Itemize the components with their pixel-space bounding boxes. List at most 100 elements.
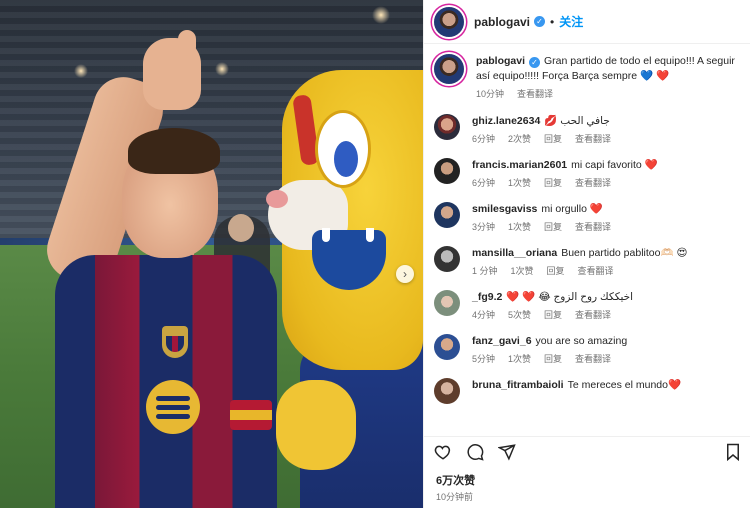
reply-link[interactable]: 回复	[544, 352, 562, 365]
comment-username[interactable]: smilesgaviss	[472, 203, 537, 215]
comment-bubble-icon[interactable]	[466, 443, 484, 461]
comment-text: Te mereces el mundo❤️	[567, 379, 682, 391]
translate-link[interactable]: 查看翻译	[578, 264, 614, 277]
like-count[interactable]: 6万次赞	[436, 472, 475, 488]
comment-username[interactable]: francis.marian2601	[472, 159, 567, 171]
post-header: pablogavi ✓ • 关注	[424, 0, 750, 44]
avatar[interactable]	[434, 378, 460, 404]
avatar[interactable]	[434, 6, 464, 37]
translate-link[interactable]: 查看翻译	[575, 176, 611, 189]
comment-username[interactable]: _fg9.2	[472, 291, 502, 303]
comment-time: 3分钟	[472, 222, 496, 232]
comment-username[interactable]: ghiz.lane2634	[472, 115, 540, 127]
avatar[interactable]	[434, 158, 460, 184]
caption-meta: 10分钟 查看翻译	[476, 87, 741, 100]
translate-link[interactable]: 查看翻译	[575, 220, 611, 233]
comment-meta: 1 分钟 1次赞 回复 查看翻译	[472, 264, 741, 277]
caption-entry: pablogavi ✓ Gran partido de todo el equipo…	[424, 54, 750, 100]
comment-text: mi orgullo ❤️	[541, 203, 603, 215]
comment-meta: 6分钟 2次赞 回复 查看翻译	[472, 132, 741, 145]
reply-link[interactable]: 回复	[544, 176, 562, 189]
translate-link[interactable]: 查看翻译	[575, 132, 611, 145]
reply-link[interactable]: 回复	[544, 132, 562, 145]
comment-item: ghiz.lane2634 💋 جافي الحب 6分钟 2次赞 回复 查看翻译	[424, 114, 750, 145]
reply-link[interactable]: 回复	[544, 220, 562, 233]
avatar[interactable]	[434, 334, 460, 360]
stadium-light	[215, 62, 229, 76]
paper-plane-icon[interactable]	[498, 443, 516, 461]
comment-line: bruna_fitrambaioli Te mereces el mundo❤️	[472, 378, 741, 393]
comment-username[interactable]: fanz_gavi_6	[472, 335, 532, 347]
comment-text: Buen partido pablitoo🫶🏻 😍	[561, 247, 688, 259]
comment-meta: 5分钟 1次赞 回复 查看翻译	[472, 352, 741, 365]
player-hair	[128, 128, 220, 174]
avatar[interactable]	[434, 246, 460, 272]
stadium-light	[372, 6, 390, 24]
mascot-tooth	[322, 228, 330, 242]
mascot-tooth	[366, 228, 374, 242]
caption-username[interactable]: pablogavi	[476, 55, 525, 67]
avatar[interactable]	[434, 114, 460, 140]
post-side-panel: pablogavi ✓ • 关注 pablogavi ✓ Gran partido …	[423, 0, 750, 508]
comment-body: ghiz.lane2634 💋 جافي الحب 6分钟 2次赞 回复 查看翻译	[472, 114, 741, 145]
chevron-right-icon[interactable]: ›	[396, 265, 414, 283]
comment-item: francis.marian2601 mi capi favorito ❤️ 6分…	[424, 158, 750, 189]
comment-meta: 3分钟 1次赞 回复 查看翻译	[472, 220, 741, 233]
comment-likes[interactable]: 1次赞	[508, 220, 531, 233]
comment-likes[interactable]: 1次赞	[508, 352, 531, 365]
reply-link[interactable]: 回复	[547, 264, 565, 277]
comment-time: 5分钟	[472, 354, 496, 364]
comment-text: mi capi favorito ❤️	[571, 159, 658, 171]
translate-link[interactable]: 查看翻译	[575, 308, 611, 321]
verified-badge-icon: ✓	[529, 57, 541, 68]
post-action-bar	[424, 436, 750, 466]
comment-time: 4分钟	[472, 310, 496, 320]
comment-body: _fg9.2 ❤️ ❤️ 😂 اخيككك روح الزوج 4分钟 5次赞 回…	[472, 290, 741, 321]
mascot-paw	[276, 380, 356, 470]
verified-badge-icon: ✓	[534, 16, 546, 27]
stadium-light	[74, 64, 88, 78]
comment-body: fanz_gavi_6 you are so amazing 5分钟 1次赞 回复…	[472, 334, 741, 365]
comment-text: you are so amazing	[535, 335, 628, 347]
translate-link[interactable]: 查看翻译	[575, 352, 611, 365]
comment-item: _fg9.2 ❤️ ❤️ 😂 اخيككك روح الزوج 4分钟 5次赞 回…	[424, 290, 750, 321]
comment-item: mansilla__oriana Buen partido pablitoo🫶🏻 …	[424, 246, 750, 277]
caption-time: 10分钟	[476, 89, 505, 99]
instagram-post: › pablogavi ✓ • 关注 pablogavi ✓ Gran partid…	[0, 0, 750, 508]
mascot-nose	[266, 190, 288, 208]
comment-likes[interactable]: 1次赞	[508, 176, 531, 189]
translate-link[interactable]: 查看翻译	[517, 87, 553, 100]
reply-link[interactable]: 回复	[544, 308, 562, 321]
avatar[interactable]	[434, 290, 460, 316]
post-time: 10分钟前	[436, 492, 474, 502]
bookmark-icon[interactable]	[725, 443, 741, 461]
avatar[interactable]	[434, 202, 460, 228]
comment-list[interactable]: pablogavi ✓ Gran partido de todo el equipo…	[424, 45, 750, 433]
comment-username[interactable]: bruna_fitrambaioli	[472, 379, 564, 391]
post-photo[interactable]: ›	[0, 0, 423, 508]
comment-time: 6分钟	[472, 178, 496, 188]
comment-line: ghiz.lane2634 💋 جافي الحب	[472, 114, 741, 129]
follow-button[interactable]: 关注	[559, 13, 583, 30]
avatar[interactable]	[434, 54, 464, 84]
comment-body: francis.marian2601 mi capi favorito ❤️ 6分…	[472, 158, 741, 189]
caption-body: pablogavi ✓ Gran partido de todo el equipo…	[476, 54, 741, 100]
sponsor-logo	[146, 380, 200, 434]
comment-likes[interactable]: 2次赞	[508, 132, 531, 145]
comment-line: fanz_gavi_6 you are so amazing	[472, 334, 741, 349]
comment-item: bruna_fitrambaioli Te mereces el mundo❤️	[424, 378, 750, 404]
comment-likes[interactable]: 5次赞	[508, 308, 531, 321]
captain-armband	[230, 400, 272, 430]
comment-username[interactable]: mansilla__oriana	[472, 247, 557, 259]
comment-line: francis.marian2601 mi capi favorito ❤️	[472, 158, 741, 173]
comment-likes[interactable]: 1次赞	[511, 264, 534, 277]
separator-dot: •	[550, 14, 555, 29]
comment-item: smilesgaviss mi orgullo ❤️ 3分钟 1次赞 回复 查看翻…	[424, 202, 750, 233]
comment-line: mansilla__oriana Buen partido pablitoo🫶🏻 …	[472, 246, 741, 261]
club-crest	[162, 326, 188, 358]
background-person-head	[228, 214, 254, 242]
mascot-eye	[315, 110, 371, 188]
comment-meta: 4分钟 5次赞 回复 查看翻译	[472, 308, 741, 321]
post-author-username[interactable]: pablogavi	[474, 15, 530, 29]
heart-outline-icon[interactable]	[434, 443, 452, 461]
